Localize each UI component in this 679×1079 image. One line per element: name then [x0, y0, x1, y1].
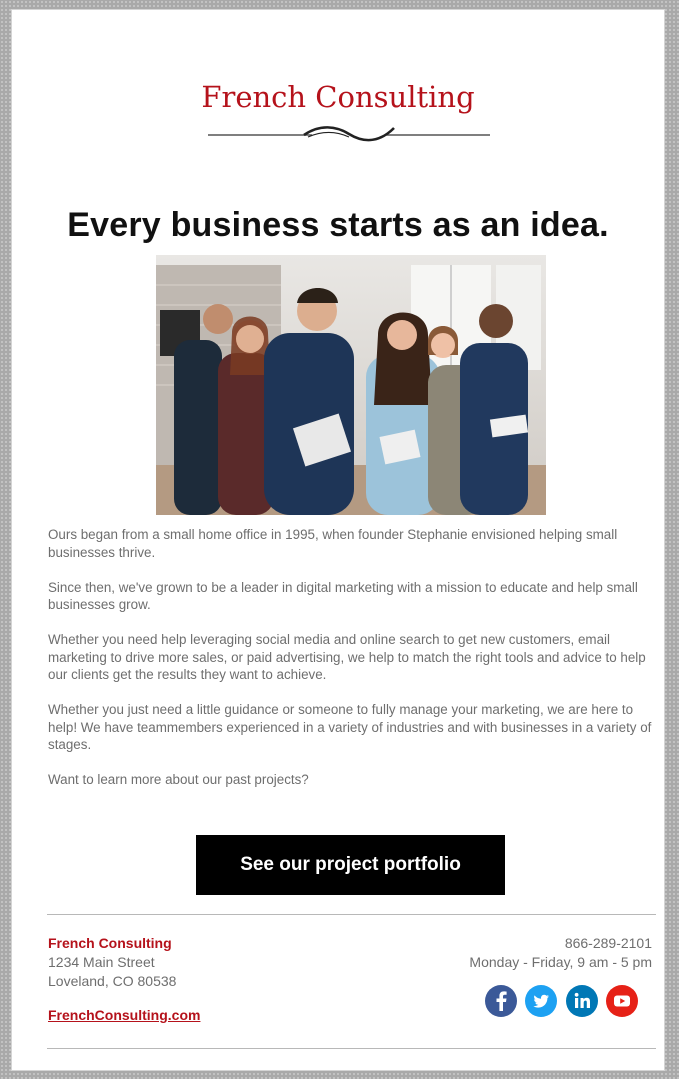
paragraph: Since then, we've grown to be a leader i… — [48, 579, 638, 613]
social-icons — [485, 985, 642, 1019]
footer-address-block: French Consulting 1234 Main Street Lovel… — [48, 934, 200, 1025]
footer-divider-top — [47, 914, 656, 915]
footer-contact-block: 866-289-2101 Monday - Friday, 9 am - 5 p… — [469, 934, 652, 972]
website-link[interactable]: FrenchConsulting.com — [48, 1006, 200, 1025]
linkedin-icon[interactable] — [565, 985, 598, 1017]
facebook-icon[interactable] — [485, 985, 517, 1017]
twitter-icon[interactable] — [525, 985, 558, 1017]
paragraph: Want to learn more about our past projec… — [48, 772, 309, 787]
footer-company-name: French Consulting — [48, 935, 172, 951]
footer-hours: Monday - Friday, 9 am - 5 pm — [469, 954, 652, 970]
logo-flourish-divider — [208, 126, 490, 142]
footer-phone: 866-289-2101 — [564, 935, 652, 951]
email-card: French Consulting Every business starts … — [11, 9, 665, 1071]
paragraph: Whether you need help leveraging social … — [48, 632, 646, 682]
footer-city: Loveland, CO 80538 — [48, 973, 177, 989]
project-portfolio-button[interactable]: See our project portfolio — [196, 835, 505, 895]
body-copy: Ours began from a small home office in 1… — [48, 526, 660, 806]
paragraph: Ours began from a small home office in 1… — [48, 527, 618, 560]
hero-team-photo — [156, 255, 546, 515]
footer-street: 1234 Main Street — [48, 954, 155, 970]
paragraph: Whether you just need a little guidance … — [48, 702, 652, 752]
headline: Every business starts as an idea. — [67, 206, 609, 244]
youtube-icon[interactable] — [606, 985, 639, 1017]
brand-logo: French Consulting — [201, 80, 475, 114]
footer-divider-bottom — [47, 1048, 656, 1049]
